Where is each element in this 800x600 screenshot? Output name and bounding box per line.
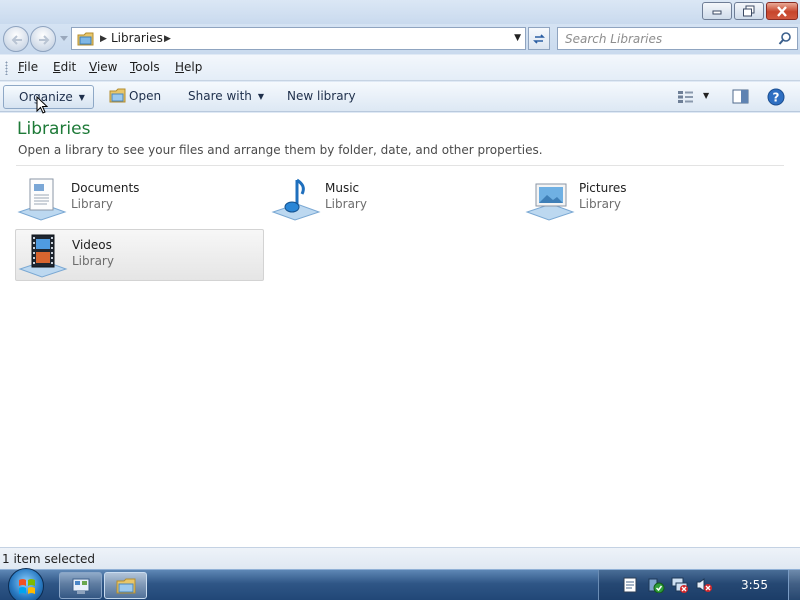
breadcrumb-libraries[interactable]: Libraries <box>111 31 163 45</box>
address-dropdown-icon[interactable]: ▼ <box>514 33 521 43</box>
videos-library-icon <box>18 234 68 278</box>
close-button[interactable] <box>766 2 798 20</box>
search-input[interactable] <box>558 28 768 49</box>
chevron-down-icon: ▼ <box>78 93 85 102</box>
organize-button[interactable]: Organize ▼ <box>3 85 94 109</box>
refresh-icon <box>533 33 545 44</box>
taskbar-clock[interactable]: 3:55 <box>741 578 768 592</box>
preview-pane-icon[interactable] <box>732 89 749 104</box>
change-view-icon[interactable] <box>677 90 695 104</box>
mouse-cursor-icon <box>36 96 48 114</box>
notification-area <box>598 570 800 600</box>
library-name: Videos <box>72 238 112 252</box>
taskbar-control-panel[interactable] <box>59 572 102 599</box>
library-type: Library <box>71 197 113 211</box>
menu-bar: File Edit View Tools Help <box>0 55 800 81</box>
action-center-icon[interactable] <box>647 577 665 593</box>
menu-edit[interactable]: Edit <box>53 60 76 74</box>
svg-text:?: ? <box>773 91 780 105</box>
taskbar-windows-explorer[interactable] <box>104 572 147 599</box>
status-bar: 1 item selected <box>0 547 800 569</box>
library-type: Library <box>579 197 621 211</box>
search-box[interactable] <box>557 27 798 50</box>
page-title: Libraries <box>17 119 91 139</box>
library-type: Library <box>72 254 114 268</box>
views-dropdown-icon[interactable]: ▼ <box>703 91 709 100</box>
share-with-button[interactable]: Share with ▼ <box>188 89 264 103</box>
help-icon[interactable]: ? <box>767 88 785 106</box>
document-tray-icon[interactable] <box>623 577 637 593</box>
open-folder-icon[interactable] <box>109 88 127 103</box>
restore-button[interactable] <box>734 2 764 20</box>
library-item-videos[interactable]: Videos Library <box>15 229 264 281</box>
window-titlebar[interactable] <box>0 0 800 24</box>
forward-button[interactable] <box>30 26 56 52</box>
menu-view[interactable]: View <box>89 60 117 74</box>
documents-library-icon <box>17 178 67 221</box>
library-item-documents[interactable]: Documents Library <box>15 173 264 225</box>
refresh-button[interactable] <box>528 27 550 50</box>
menu-grip-icon <box>5 61 8 75</box>
library-type: Library <box>325 197 367 211</box>
close-icon <box>777 5 787 17</box>
chevron-down-icon: ▼ <box>257 92 265 101</box>
window-controls <box>702 2 798 20</box>
menu-file[interactable]: File <box>18 60 38 74</box>
breadcrumb-separator-icon[interactable]: ▶ <box>164 34 171 44</box>
new-library-button[interactable]: New library <box>287 89 356 103</box>
open-button[interactable]: Open <box>129 89 161 103</box>
recent-pages-chevron-icon[interactable] <box>60 36 68 42</box>
library-name: Documents <box>71 181 140 195</box>
pictures-library-icon <box>525 183 575 221</box>
windows-logo-icon <box>19 579 35 594</box>
library-name: Pictures <box>579 181 627 195</box>
libraries-folder-icon <box>77 32 94 46</box>
page-description: Open a library to see your files and arr… <box>18 143 543 157</box>
navigation-bar: ▶ Libraries ▶ ▼ <box>0 24 800 54</box>
address-bar[interactable]: ▶ Libraries ▶ ▼ <box>71 27 526 50</box>
minimize-button[interactable] <box>702 2 732 20</box>
content-pane[interactable]: Libraries Open a library to see your fil… <box>0 113 800 547</box>
show-desktop-button[interactable] <box>788 570 800 600</box>
library-name: Music <box>325 181 360 195</box>
library-item-music[interactable]: Music Library <box>269 173 518 225</box>
back-button[interactable] <box>3 26 29 52</box>
breadcrumb-separator-icon[interactable]: ▶ <box>100 34 107 44</box>
windows-explorer-icon <box>116 578 135 593</box>
status-text: 1 item selected <box>2 552 96 566</box>
restore-icon <box>743 5 755 17</box>
command-bar: Organize ▼ Open Share with ▼ New library ▼… <box>0 82 800 112</box>
menu-tools[interactable]: Tools <box>130 60 160 74</box>
music-library-icon <box>271 178 321 221</box>
minimize-icon <box>712 10 722 15</box>
network-disconnected-icon[interactable] <box>671 577 689 593</box>
library-item-pictures[interactable]: Pictures Library <box>523 173 772 225</box>
forward-arrow-icon <box>39 35 50 45</box>
start-button[interactable] <box>8 568 44 600</box>
menu-help[interactable]: Help <box>175 60 202 74</box>
divider <box>16 165 784 166</box>
taskbar: 3:55 <box>0 568 800 600</box>
back-arrow-icon <box>11 35 22 45</box>
control-panel-icon <box>72 578 89 594</box>
search-icon[interactable] <box>778 31 793 46</box>
volume-muted-icon[interactable] <box>695 577 713 593</box>
